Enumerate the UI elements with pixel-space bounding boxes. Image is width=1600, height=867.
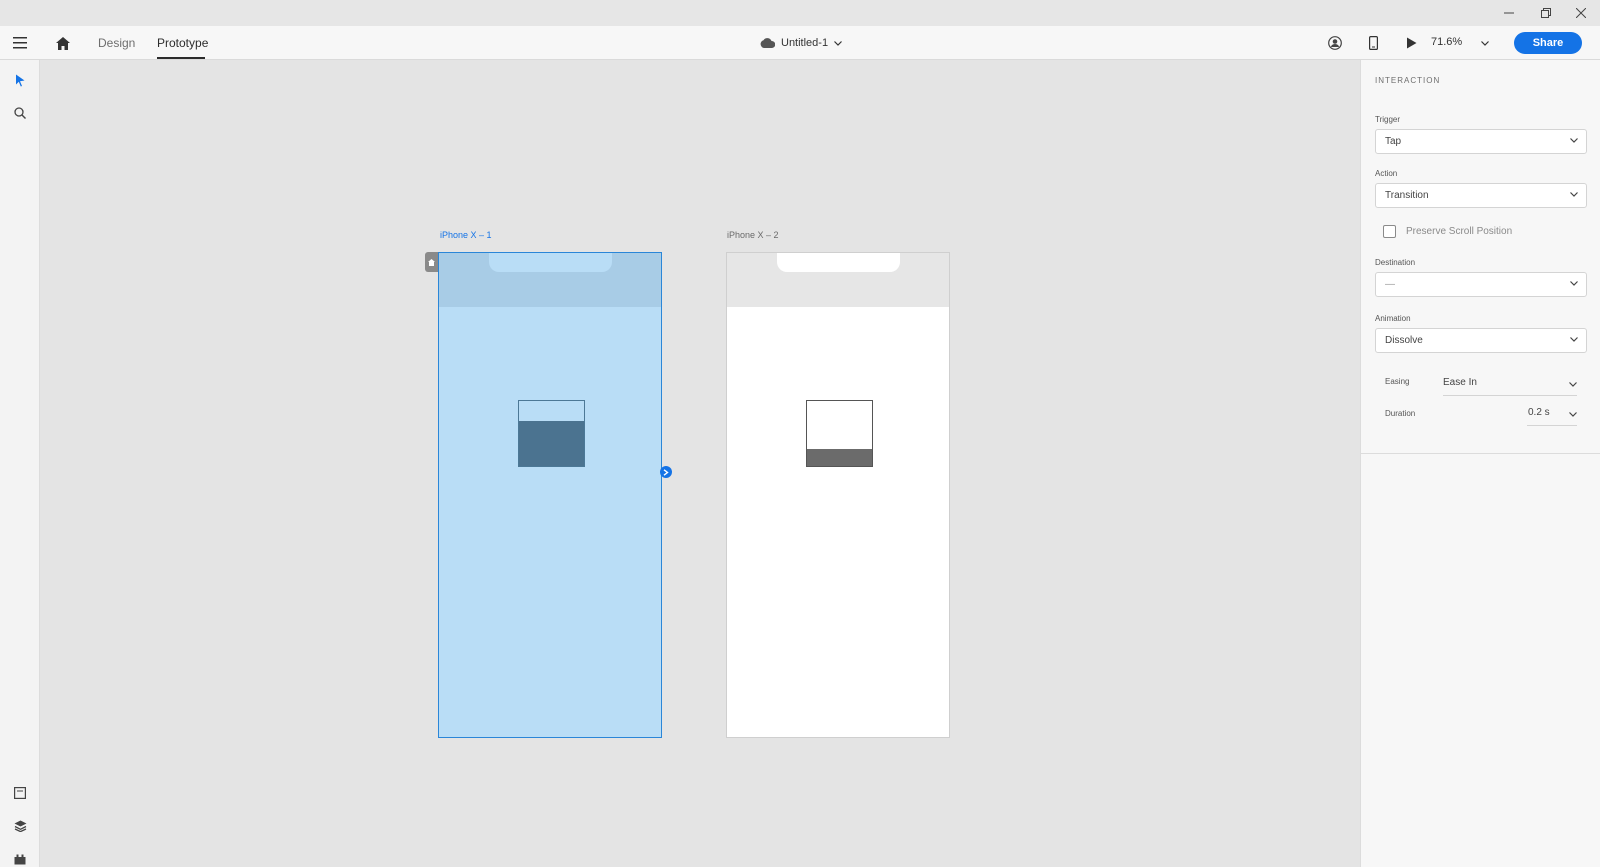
device-preview-button[interactable] xyxy=(1364,34,1382,52)
assets-panel-button[interactable] xyxy=(10,783,30,803)
prototype-wire-handle[interactable] xyxy=(660,466,672,478)
preserve-scroll-checkbox[interactable] xyxy=(1383,225,1396,238)
action-value: Transition xyxy=(1385,190,1429,201)
select-tool-button[interactable] xyxy=(10,70,30,90)
chevron-down-icon xyxy=(1570,281,1578,286)
easing-dropdown[interactable]: Ease In xyxy=(1443,377,1477,388)
animation-value: Dissolve xyxy=(1385,335,1423,346)
search-tool-button[interactable] xyxy=(10,103,30,123)
document-title: Untitled-1 xyxy=(781,37,829,49)
window-title-bar xyxy=(0,0,1600,26)
close-icon xyxy=(1576,8,1586,18)
device-notch xyxy=(489,253,612,272)
artboard-label-1[interactable]: iPhone X – 1 xyxy=(440,230,492,240)
easing-underline xyxy=(1443,395,1577,396)
chevron-down-icon[interactable] xyxy=(1569,412,1577,417)
artboard-label-2[interactable]: iPhone X – 2 xyxy=(727,230,779,240)
document-title-dropdown[interactable]: Untitled-1 xyxy=(760,26,843,60)
action-label: Action xyxy=(1375,169,1398,178)
shape-fill xyxy=(519,421,584,466)
cloud-icon xyxy=(760,38,775,48)
play-preview-button[interactable] xyxy=(1402,34,1420,52)
chevron-down-icon xyxy=(834,40,843,46)
animation-select[interactable]: Dissolve xyxy=(1375,328,1587,353)
chevron-down-icon xyxy=(1570,138,1578,143)
duration-underline xyxy=(1527,425,1577,426)
shape-rectangle[interactable] xyxy=(518,400,585,467)
home-artboard-marker[interactable] xyxy=(425,252,438,272)
property-inspector: INTERACTION Trigger Tap Action Transitio… xyxy=(1360,60,1600,867)
trigger-label: Trigger xyxy=(1375,115,1401,124)
action-select[interactable]: Transition xyxy=(1375,183,1587,208)
user-button[interactable] xyxy=(1326,34,1344,52)
preserve-scroll-label: Preserve Scroll Position xyxy=(1406,226,1513,237)
panel-divider xyxy=(1361,453,1600,454)
chevron-down-icon[interactable] xyxy=(1569,382,1577,387)
shape-rectangle[interactable] xyxy=(806,400,873,467)
home-icon xyxy=(56,36,70,50)
active-tab-indicator xyxy=(157,57,205,59)
zoom-dropdown-button[interactable] xyxy=(1480,38,1490,48)
home-button[interactable] xyxy=(53,33,73,53)
phone-icon xyxy=(1368,36,1378,50)
select-arrow-icon xyxy=(16,74,25,86)
duration-label: Duration xyxy=(1385,409,1416,418)
user-icon xyxy=(1328,36,1342,50)
artboard-iphone-x-2[interactable] xyxy=(726,252,950,738)
trigger-select[interactable]: Tap xyxy=(1375,129,1587,154)
animation-label: Animation xyxy=(1375,314,1411,323)
home-icon xyxy=(428,258,435,266)
chevron-right-icon xyxy=(663,468,669,476)
destination-select[interactable]: — xyxy=(1375,272,1587,297)
shape-fill xyxy=(807,449,872,466)
chevron-down-icon xyxy=(1570,337,1578,342)
minimize-icon xyxy=(1504,12,1514,14)
tab-design[interactable]: Design xyxy=(98,26,135,60)
chevron-down-icon xyxy=(1481,40,1489,46)
search-icon xyxy=(14,107,26,119)
tab-prototype[interactable]: Prototype xyxy=(157,26,208,60)
main-toolbar: Design Prototype Untitled-1 71.6% Share xyxy=(0,26,1600,60)
minimize-button[interactable] xyxy=(1490,0,1528,26)
layers-icon xyxy=(14,820,26,832)
trigger-value: Tap xyxy=(1385,136,1402,147)
destination-value: — xyxy=(1385,279,1395,290)
close-window-button[interactable] xyxy=(1562,0,1600,26)
duration-dropdown[interactable]: 0.2 s xyxy=(1528,407,1550,418)
hamburger-menu-button[interactable] xyxy=(10,33,30,53)
chevron-down-icon xyxy=(1570,192,1578,197)
zoom-level[interactable]: 71.6% xyxy=(1431,26,1462,60)
preserve-scroll-row[interactable]: Preserve Scroll Position xyxy=(1383,225,1512,238)
hamburger-icon xyxy=(13,37,27,49)
play-icon xyxy=(1406,37,1416,49)
design-canvas[interactable]: iPhone X – 1 iPhone X – 2 xyxy=(40,60,1360,867)
plugins-panel-button[interactable] xyxy=(10,849,30,867)
restore-button[interactable] xyxy=(1527,0,1565,26)
destination-label: Destination xyxy=(1375,258,1416,267)
assets-icon xyxy=(14,787,26,799)
artboard-iphone-x-1[interactable] xyxy=(438,252,662,738)
left-tool-rail xyxy=(0,60,40,867)
layers-panel-button[interactable] xyxy=(10,816,30,836)
plugins-icon xyxy=(14,854,26,864)
device-notch xyxy=(777,253,900,272)
panel-title: INTERACTION xyxy=(1375,76,1441,85)
easing-label: Easing xyxy=(1385,377,1410,386)
restore-icon xyxy=(1541,8,1551,18)
share-button[interactable]: Share xyxy=(1514,32,1582,54)
